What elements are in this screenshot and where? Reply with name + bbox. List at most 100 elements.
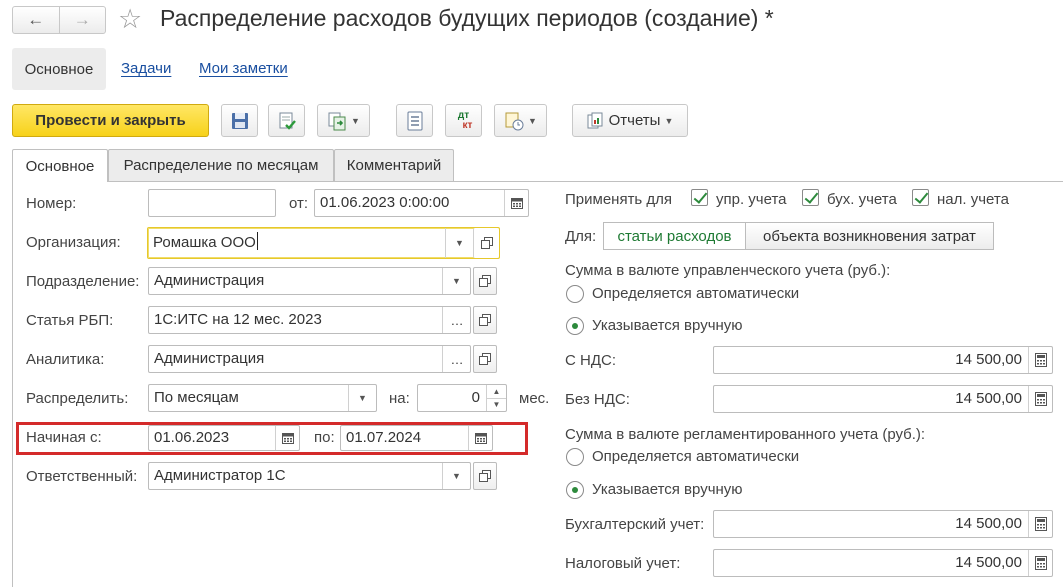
radio-mgmt-auto-label: Определяется автоматически [592, 285, 800, 302]
radio-mgmt-manual[interactable] [566, 317, 584, 335]
link-tasks[interactable]: Задачи [121, 60, 171, 77]
chevron-down-icon: ▼ [351, 115, 360, 126]
attachment-clock-icon [505, 112, 524, 130]
radio-reg-manual-label: Указывается вручную [592, 481, 743, 498]
radio-mgmt-manual-label: Указывается вручную [592, 317, 743, 334]
dt-kt-button[interactable]: дт кт [445, 104, 482, 137]
responsible-label: Ответственный: [26, 468, 138, 485]
section-main[interactable]: Основное [12, 48, 106, 90]
reg-sum-heading: Сумма в валюте регламентированного учета… [565, 426, 926, 443]
ellipsis-icon[interactable]: … [442, 346, 470, 372]
organization-input[interactable]: Ромашка ООО ▼ [147, 227, 500, 259]
tab-main[interactable]: Основное [12, 149, 108, 182]
tax-label: Налоговый учет: [565, 555, 681, 572]
window-title: Распределение расходов будущих периодов … [160, 5, 774, 31]
open-icon[interactable] [473, 306, 497, 334]
months-unit-label: мес. [519, 390, 550, 407]
mgmt-sum-heading: Сумма в валюте управленческого учета (ру… [565, 262, 891, 279]
radio-reg-manual[interactable] [566, 481, 584, 499]
number-label: Номер: [26, 195, 77, 212]
segment-expense-items[interactable]: статьи расходов [603, 222, 746, 250]
calculator-icon[interactable] [1028, 386, 1052, 412]
radio-reg-auto[interactable] [566, 448, 584, 466]
attachments-button[interactable]: ▼ [494, 104, 547, 137]
distribute-select[interactable]: По месяцам ▼ [148, 384, 377, 412]
date-from-label: от: [289, 195, 309, 212]
chevron-up-icon[interactable]: ▲ [487, 385, 506, 398]
tab-comment[interactable]: Комментарий [334, 149, 454, 181]
forward-arrow-icon[interactable]: → [58, 7, 106, 33]
checkbox-tax[interactable] [912, 189, 929, 206]
rbp-item-label: Статья РБП: [26, 312, 114, 329]
calculator-icon[interactable] [1028, 511, 1052, 537]
tab-divider [12, 181, 1063, 182]
number-input[interactable] [148, 189, 276, 217]
reports-icon [587, 112, 603, 128]
months-on-label: на: [389, 390, 410, 407]
analytics-label: Аналитика: [26, 351, 105, 368]
reports-button[interactable]: Отчеты ▼ [572, 104, 688, 137]
open-icon[interactable] [473, 345, 497, 373]
apply-for-label: Применять для [565, 191, 673, 208]
ellipsis-icon[interactable]: … [442, 307, 470, 333]
list-icon [407, 111, 422, 130]
post-and-close-button[interactable]: Провести и закрыть [12, 104, 209, 137]
distribute-label: Распределить: [26, 390, 129, 407]
organization-label: Организация: [26, 234, 121, 251]
link-my-notes[interactable]: Мои заметки [199, 60, 288, 77]
dtkt-icon-bottom: кт [462, 119, 473, 131]
chevron-down-icon: ▼ [528, 115, 537, 126]
favorite-star-icon[interactable]: ☆ [118, 4, 142, 34]
dtkt-icon-top: дт [457, 109, 470, 121]
document-journal-button[interactable] [396, 104, 433, 137]
highlight-box [16, 422, 528, 455]
post-document-icon [279, 112, 296, 130]
rbp-item-input[interactable]: 1С:ИТС на 12 мес. 2023 … [148, 306, 471, 334]
department-input[interactable]: Администрация ▼ [148, 267, 471, 295]
open-icon[interactable] [473, 228, 499, 258]
save-icon [231, 112, 248, 129]
chevron-down-icon[interactable]: ▼ [442, 268, 470, 294]
save-button[interactable] [221, 104, 258, 137]
without-vat-input[interactable]: 14 500,00 [713, 385, 1053, 413]
segment-cost-objects[interactable]: объекта возникновения затрат [745, 222, 994, 250]
department-label: Подразделение: [26, 273, 140, 290]
open-icon[interactable] [473, 267, 497, 295]
document-date-input[interactable]: 01.06.2023 0:00:00 [314, 189, 529, 217]
responsible-input[interactable]: Администратор 1С ▼ [148, 462, 471, 490]
without-vat-label: Без НДС: [565, 391, 630, 408]
calculator-icon[interactable] [1028, 550, 1052, 576]
chevron-down-icon[interactable]: ▼ [348, 385, 376, 411]
calendar-icon[interactable] [504, 190, 528, 216]
tab-monthly-distribution[interactable]: Распределение по месяцам [108, 149, 334, 181]
accounting-label: Бухгалтерский учет: [565, 516, 705, 533]
checkbox-tax-label: нал. учета [937, 191, 1009, 208]
chevron-down-icon[interactable]: ▼ [445, 228, 473, 258]
tax-input[interactable]: 14 500,00 [713, 549, 1053, 577]
nav-buttons: ← → [12, 6, 106, 34]
months-count-stepper[interactable]: 0 ▲ ▼ [417, 384, 507, 412]
checkbox-accounting-label: бух. учета [827, 191, 897, 208]
radio-mgmt-auto[interactable] [566, 285, 584, 303]
post-button[interactable] [268, 104, 305, 137]
back-arrow-icon[interactable]: ← [13, 7, 59, 33]
chevron-down-icon[interactable]: ▼ [442, 463, 470, 489]
checkbox-mgmt-label: упр. учета [716, 191, 787, 208]
chevron-down-icon[interactable]: ▼ [487, 397, 506, 412]
open-icon[interactable] [473, 462, 497, 490]
calculator-icon[interactable] [1028, 347, 1052, 373]
chevron-down-icon: ▼ [664, 115, 674, 126]
create-based-on-button[interactable]: ▼ [317, 104, 370, 137]
accounting-input[interactable]: 14 500,00 [713, 510, 1053, 538]
create-based-on-icon [328, 112, 346, 130]
analytics-input[interactable]: Администрация … [148, 345, 471, 373]
reports-label: Отчеты [608, 112, 661, 129]
checkbox-accounting[interactable] [802, 189, 819, 206]
with-vat-input[interactable]: 14 500,00 [713, 346, 1053, 374]
stepper-arrows[interactable]: ▲ ▼ [486, 385, 506, 411]
radio-reg-auto-label: Определяется автоматически [592, 448, 800, 465]
checkbox-mgmt[interactable] [691, 189, 708, 206]
for-label: Для: [565, 228, 597, 245]
with-vat-label: С НДС: [565, 352, 616, 369]
tab-border [12, 181, 13, 587]
